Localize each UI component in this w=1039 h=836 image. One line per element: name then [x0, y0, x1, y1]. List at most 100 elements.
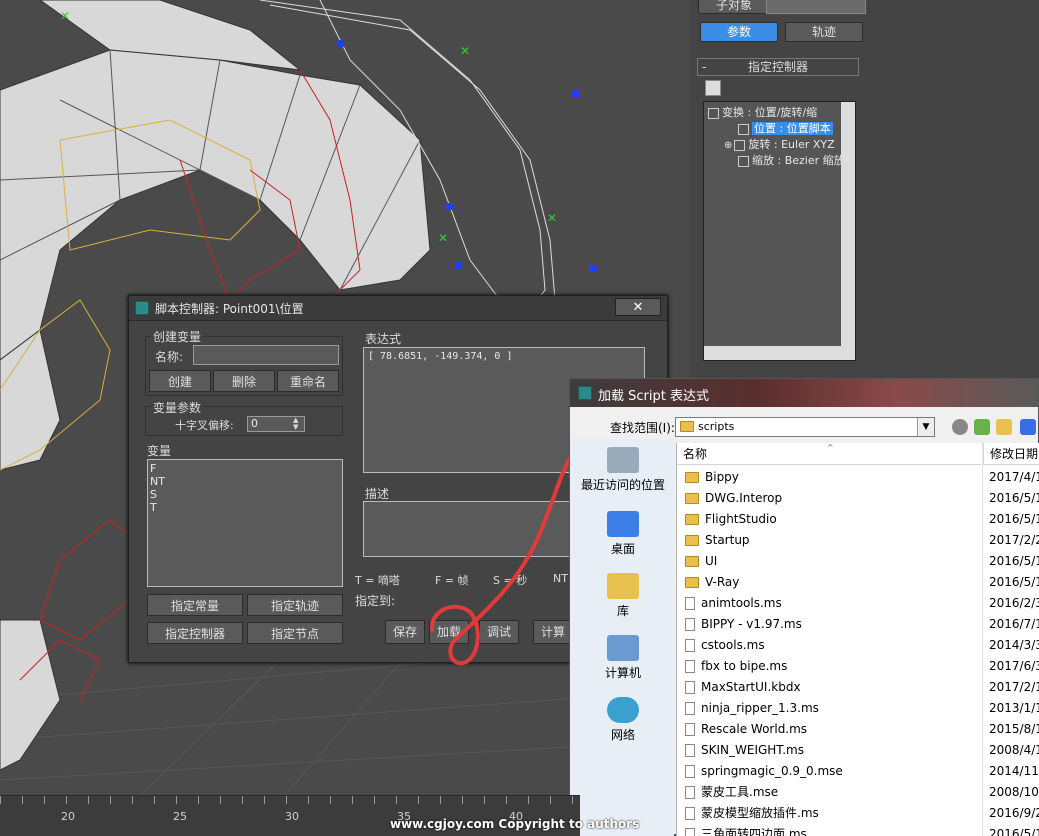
file-name-cell: 蒙皮工具.mse	[685, 782, 778, 803]
file-row[interactable]: Bippy 2017/4/1	[677, 467, 1039, 488]
file-name-cell: 三角面转四边面.ms	[685, 824, 807, 836]
file-dialog-titlebar[interactable]: 加载 Script 表达式	[570, 379, 1038, 407]
timeline-ticks	[0, 796, 580, 804]
file-icon	[685, 660, 695, 673]
file-name-cell: fbx to bipe.ms	[685, 656, 787, 677]
file-row[interactable]: 蒙皮模型缩放插件.ms 2016/9/2	[677, 803, 1039, 824]
load-script-dialog: 加载 Script 表达式 查找范围(I): scripts ▼ 最近访问的位置…	[569, 378, 1039, 836]
file-name-cell: SKIN_WEIGHT.ms	[685, 740, 804, 761]
back-icon[interactable]	[952, 419, 968, 435]
file-name-cell: MaxStartUI.kbdx	[685, 677, 801, 698]
file-date: 2017/2/1	[989, 680, 1039, 694]
file-name: UI	[705, 554, 718, 568]
file-icon	[685, 744, 695, 757]
file-icon	[685, 807, 695, 820]
file-name-cell: 蒙皮模型缩放插件.ms	[685, 803, 819, 824]
file-icon	[685, 723, 695, 736]
file-name-cell: Bippy	[685, 467, 739, 488]
place-desktop[interactable]: 桌面	[578, 511, 668, 557]
look-in-combo[interactable]: scripts ▼	[675, 417, 935, 437]
file-date: 2015/8/1	[989, 722, 1039, 736]
file-row[interactable]: springmagic_0.9_0.mse 2014/11/	[677, 761, 1039, 782]
file-date: 2008/10/	[989, 785, 1039, 799]
tick-label: 30	[285, 810, 299, 823]
file-row[interactable]: MaxStartUI.kbdx 2017/2/1	[677, 677, 1039, 698]
file-name-cell: cstools.ms	[685, 635, 765, 656]
recent-places-icon	[607, 447, 639, 473]
file-row[interactable]: Rescale World.ms 2015/8/1	[677, 719, 1039, 740]
tick-label: 25	[173, 810, 187, 823]
file-row[interactable]: FlightStudio 2016/5/1	[677, 509, 1039, 530]
file-icon	[685, 765, 695, 778]
file-date: 2016/5/1	[989, 575, 1039, 589]
file-name-cell: Startup	[685, 530, 750, 551]
look-in-value: scripts	[698, 420, 735, 433]
look-in-label: 查找范围(I):	[610, 421, 675, 435]
file-name: MaxStartUI.kbdx	[701, 680, 801, 694]
file-icon	[685, 597, 695, 610]
place-network[interactable]: 网络	[578, 697, 668, 743]
chevron-down-icon[interactable]: ▼	[917, 418, 934, 436]
file-dialog-title: 加载 Script 表达式	[598, 389, 709, 404]
file-name: DWG.Interop	[705, 491, 783, 505]
place-library[interactable]: 库	[578, 573, 668, 619]
file-name: Rescale World.ms	[701, 722, 808, 736]
file-row[interactable]: cstools.ms 2014/3/3	[677, 635, 1039, 656]
file-name-cell: BIPPY - v1.97.ms	[685, 614, 802, 635]
folder-icon	[680, 421, 694, 432]
network-icon	[607, 697, 639, 723]
file-name: V-Ray	[705, 575, 740, 589]
file-icon	[685, 786, 695, 799]
file-name-cell: UI	[685, 551, 717, 572]
file-name-cell: V-Ray	[685, 572, 739, 593]
file-row[interactable]: DWG.Interop 2016/5/1	[677, 488, 1039, 509]
folder-icon	[685, 514, 699, 525]
sort-arrow-icon: ^	[827, 443, 834, 452]
file-date: 2016/7/1	[989, 617, 1039, 631]
file-row[interactable]: Startup 2017/2/2	[677, 530, 1039, 551]
file-name-cell: FlightStudio	[685, 509, 777, 530]
file-date: 2016/5/1	[989, 491, 1039, 505]
file-row[interactable]: 蒙皮工具.mse 2008/10/	[677, 782, 1039, 803]
file-date: 2013/1/1	[989, 701, 1039, 715]
place-recent[interactable]: 最近访问的位置	[578, 447, 668, 493]
max-app-icon	[578, 386, 592, 400]
file-icon	[685, 639, 695, 652]
file-name: 蒙皮模型缩放插件.ms	[701, 806, 819, 820]
file-row[interactable]: BIPPY - v1.97.ms 2016/7/1	[677, 614, 1039, 635]
file-row[interactable]: 三角面转四边面.ms 2016/5/1	[677, 824, 1039, 836]
view-menu-icon[interactable]	[1020, 419, 1036, 435]
file-name-cell: Rescale World.ms	[685, 719, 807, 740]
folder-icon	[685, 493, 699, 504]
file-name: FlightStudio	[705, 512, 777, 526]
file-name-cell: ninja_ripper_1.3.ms	[685, 698, 819, 719]
file-date: 2017/2/2	[989, 533, 1039, 547]
file-date: 2017/4/1	[989, 470, 1039, 484]
file-name-cell: springmagic_0.9_0.mse	[685, 761, 843, 782]
file-row[interactable]: fbx to bipe.ms 2017/6/3	[677, 656, 1039, 677]
desktop-icon	[607, 511, 639, 537]
file-name: springmagic_0.9_0.mse	[701, 764, 843, 778]
up-folder-icon[interactable]	[974, 419, 990, 435]
places-bar: 最近访问的位置 桌面 库 计算机 网络	[570, 439, 674, 836]
column-header-date[interactable]: 修改日期	[983, 443, 1039, 465]
file-date: 2017/6/3	[989, 659, 1039, 673]
new-folder-icon[interactable]	[996, 419, 1012, 435]
place-computer[interactable]: 计算机	[578, 635, 668, 681]
computer-icon	[607, 635, 639, 661]
file-row[interactable]: V-Ray 2016/5/1	[677, 572, 1039, 593]
file-row[interactable]: animtools.ms 2016/2/3	[677, 593, 1039, 614]
file-date: 2016/5/1	[989, 512, 1039, 526]
library-icon	[607, 573, 639, 599]
tick-label: 20	[61, 810, 75, 823]
file-row[interactable]: ninja_ripper_1.3.ms 2013/1/1	[677, 698, 1039, 719]
file-row[interactable]: SKIN_WEIGHT.ms 2008/4/1	[677, 740, 1039, 761]
folder-icon	[685, 577, 699, 588]
file-name: fbx to bipe.ms	[701, 659, 788, 673]
file-icon	[685, 681, 695, 694]
file-date: 2016/5/1	[989, 554, 1039, 568]
file-row[interactable]: UI 2016/5/1	[677, 551, 1039, 572]
file-list[interactable]: 名称 ^ 修改日期 Bippy 2017/4/1 DWG.Interop 2016/5…	[676, 443, 1039, 836]
file-date: 2016/2/3	[989, 596, 1039, 610]
file-date: 2014/11/	[989, 764, 1039, 778]
